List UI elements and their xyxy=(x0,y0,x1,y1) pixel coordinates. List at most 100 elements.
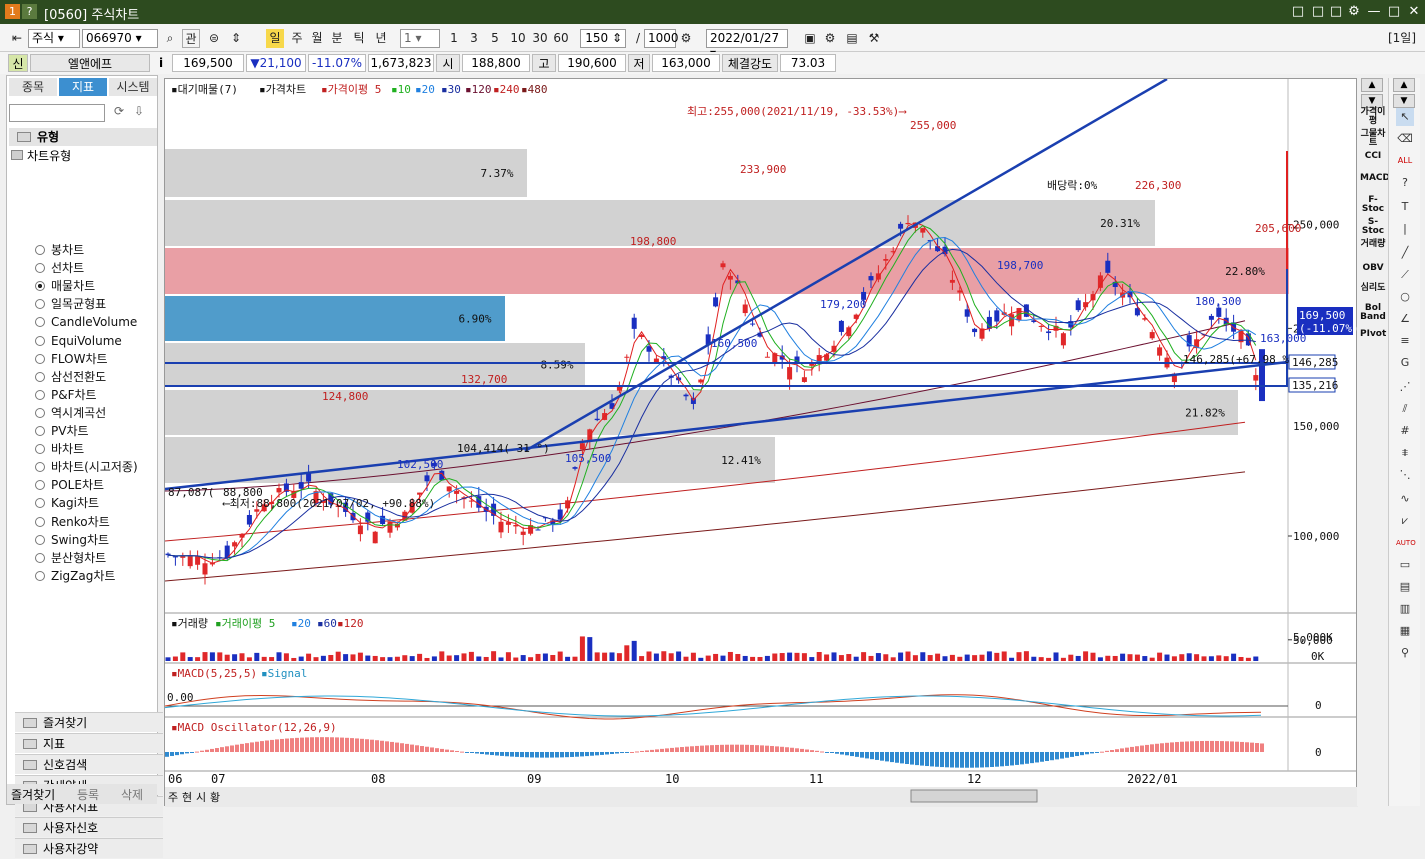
save-icon[interactable]: ▤ xyxy=(844,29,860,48)
radio-icon[interactable] xyxy=(35,371,45,382)
chart-type-item[interactable]: Kagi차트 xyxy=(35,495,99,512)
chart-area[interactable]: 7.37% 20.31% 22.80% 6.90% 8.59% 21.82% 12.41% 2… xyxy=(164,77,1359,807)
chart-type-item[interactable]: P&F차트 xyxy=(35,387,97,404)
vertical-line-icon[interactable]: | xyxy=(1396,220,1414,238)
market-select[interactable]: 주식 ▾ xyxy=(28,29,80,48)
quick-1[interactable]: 1 xyxy=(446,29,462,48)
radio-icon[interactable] xyxy=(35,353,45,364)
radio-icon[interactable] xyxy=(35,263,45,274)
parallel-tool-icon[interactable]: ⫽ xyxy=(1396,400,1414,418)
delete-all-icon[interactable]: ALL xyxy=(1396,152,1414,170)
indicator-shortcut[interactable]: 가격이평 xyxy=(1360,108,1386,126)
wave-tool-icon[interactable]: ∿ xyxy=(1396,490,1414,508)
indicator-shortcut[interactable]: CCI xyxy=(1360,152,1386,161)
radio-icon[interactable] xyxy=(35,335,45,346)
adjust-icon[interactable]: ⚙ xyxy=(678,29,694,48)
folder-item[interactable]: 사용자강약 xyxy=(15,838,163,858)
quick-5[interactable]: 5 xyxy=(487,29,503,48)
radio-icon[interactable] xyxy=(35,462,45,473)
print-icon[interactable]: ▣ xyxy=(802,29,818,48)
chart-type-item[interactable]: PV차트 xyxy=(35,423,89,440)
note-tool-icon[interactable]: ▤ xyxy=(1396,578,1414,596)
tools-up-icon[interactable]: ▲ xyxy=(1393,78,1415,92)
maximize-button[interactable]: □ xyxy=(1386,4,1402,20)
scroll-down-icon[interactable]: ▼ xyxy=(1361,94,1383,108)
indicator-shortcut[interactable]: 거래량 xyxy=(1360,240,1386,249)
radio-icon[interactable] xyxy=(35,281,45,292)
chart-type-item[interactable]: 삼선전환도 xyxy=(35,369,106,386)
radio-icon[interactable] xyxy=(35,480,45,491)
group-type[interactable]: 유형 xyxy=(9,128,157,146)
bar-tool-icon[interactable]: ▥ xyxy=(1396,600,1414,618)
subgroup-chart-type[interactable]: 차트유형 xyxy=(11,148,71,165)
query-icon[interactable]: ? xyxy=(1396,174,1414,192)
circle-tool-icon[interactable]: ○ xyxy=(1396,288,1414,306)
chart-type-item[interactable]: ZigZag차트 xyxy=(35,568,115,585)
sync-icon[interactable]: ⊜ xyxy=(206,29,222,48)
magnet-icon[interactable]: ⚲ xyxy=(1396,644,1414,662)
chart-type-item[interactable]: 바차트(시고저종) xyxy=(35,459,138,476)
refresh-icon[interactable]: ⟳ xyxy=(111,104,127,122)
quick-60[interactable]: 60 xyxy=(551,29,571,48)
fib-tool-icon[interactable]: ⩨ xyxy=(1396,444,1414,462)
tab-indicator[interactable]: 지표 xyxy=(59,78,107,96)
indicator-shortcut[interactable]: F-Stoc xyxy=(1360,196,1386,214)
gann-tool-icon[interactable]: G xyxy=(1396,354,1414,372)
tools-icon[interactable]: ⚒ xyxy=(866,29,882,48)
count-input[interactable]: 150 ⇕ xyxy=(580,29,626,48)
period-month[interactable]: 월 xyxy=(308,29,326,48)
chart-type-item[interactable]: Swing차트 xyxy=(35,532,109,549)
radio-icon[interactable] xyxy=(35,389,45,400)
period-n-select[interactable]: 1 ▾ xyxy=(400,29,440,48)
window-number-badge[interactable]: 1 xyxy=(5,4,20,19)
quick-10[interactable]: 10 xyxy=(508,29,528,48)
link-icon[interactable]: □ xyxy=(1290,4,1306,20)
fib-fan-icon[interactable]: ⋱ xyxy=(1396,466,1414,484)
price-chart-svg[interactable]: 7.37% 20.31% 22.80% 6.90% 8.59% 21.82% 12.41% 2… xyxy=(164,77,1359,807)
chart-type-item[interactable]: 봉차트 xyxy=(35,242,84,259)
tab-system[interactable]: 시스템 xyxy=(109,78,157,96)
indicator-shortcut[interactable]: PIvot xyxy=(1360,330,1386,339)
radio-icon[interactable] xyxy=(35,299,45,310)
angle-tool-icon[interactable]: ∠ xyxy=(1396,310,1414,328)
chart-type-item[interactable]: 매물차트 xyxy=(35,278,95,295)
scroll-up-icon[interactable]: ▲ xyxy=(1361,78,1383,92)
indicator-shortcut[interactable]: 그물차트 xyxy=(1360,130,1386,148)
indicator-search-input[interactable] xyxy=(9,104,105,122)
ray-line-icon[interactable]: ⟋ xyxy=(1396,266,1414,284)
cursor-icon[interactable]: ↖ xyxy=(1396,108,1414,126)
tab-register[interactable]: 등록 xyxy=(77,786,107,803)
radio-icon[interactable] xyxy=(35,552,45,563)
chart-type-item[interactable]: 바차트 xyxy=(35,441,84,458)
download-icon[interactable]: ⇩ xyxy=(131,104,147,122)
search-icon[interactable]: ⌕ xyxy=(162,29,178,48)
fan-tool-icon[interactable]: ⋰ xyxy=(1396,378,1414,396)
quick-30[interactable]: 30 xyxy=(530,29,550,48)
ruler-tool-icon[interactable]: ▦ xyxy=(1396,622,1414,640)
radio-icon[interactable] xyxy=(35,444,45,455)
chart-type-item[interactable]: FLOW차트 xyxy=(35,351,108,368)
channel-tool-icon[interactable]: ≡ xyxy=(1396,332,1414,350)
folder-item[interactable]: 즐겨찾기 xyxy=(15,712,163,732)
total-count-input[interactable]: 1000 xyxy=(644,29,679,48)
chart-type-item[interactable]: 역시계곡선 xyxy=(35,405,106,422)
minimize-button[interactable]: — xyxy=(1366,4,1382,20)
indicator-shortcut[interactable]: S-Stoc xyxy=(1360,218,1386,236)
info-icon[interactable]: i xyxy=(154,54,168,72)
config-icon[interactable]: ⚙ xyxy=(822,29,838,48)
indicator-shortcut[interactable]: OBV xyxy=(1360,264,1386,273)
chart-type-item[interactable]: POLE차트 xyxy=(35,477,104,494)
window-tool-icon[interactable]: ▭ xyxy=(1396,556,1414,574)
updown-icon[interactable]: ⇕ xyxy=(228,29,244,48)
chart-type-item[interactable]: 일목균형표 xyxy=(35,296,106,313)
quick-3[interactable]: 3 xyxy=(466,29,482,48)
auto-tool-icon[interactable]: AUTO xyxy=(1396,534,1416,552)
text-tool-icon[interactable]: T xyxy=(1396,198,1414,216)
radio-icon[interactable] xyxy=(35,426,45,436)
tab-delete[interactable]: 삭제 xyxy=(121,786,151,803)
tab-favorites[interactable]: 즐겨찾기 xyxy=(11,786,65,803)
radio-icon[interactable] xyxy=(35,407,45,418)
settings-icon[interactable]: ⚙ xyxy=(1346,4,1362,20)
period-tick[interactable]: 틱 xyxy=(350,29,368,48)
kwan-button[interactable]: 관 xyxy=(182,29,200,48)
